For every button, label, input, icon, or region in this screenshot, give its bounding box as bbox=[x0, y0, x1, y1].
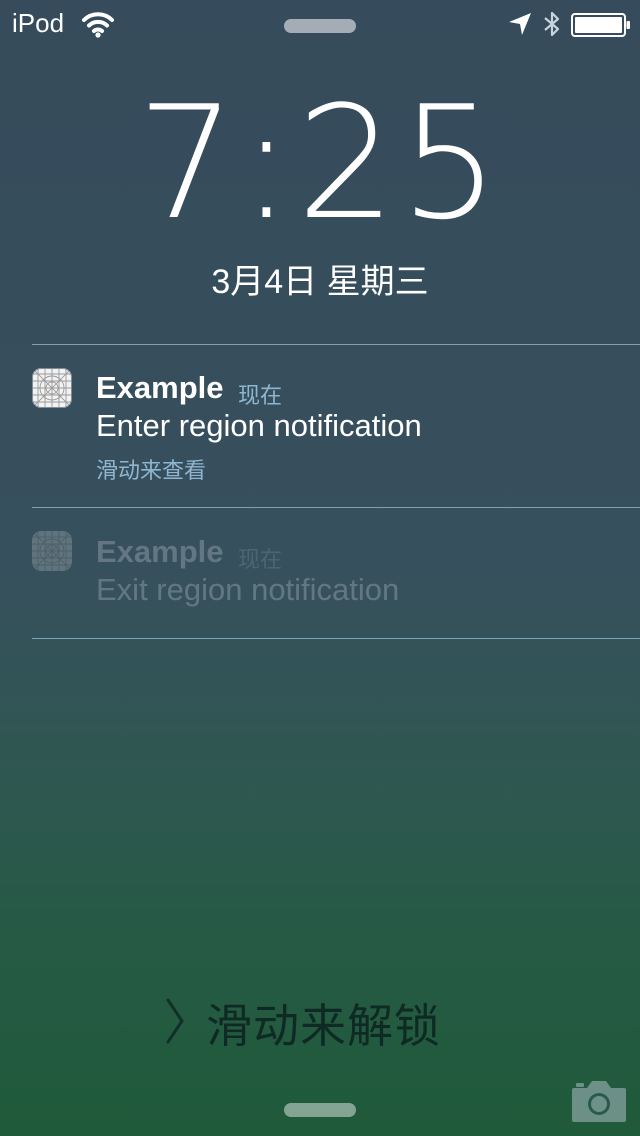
carrier-label: iPod bbox=[12, 8, 65, 38]
notification-center-grabber[interactable] bbox=[284, 19, 356, 33]
notification-item[interactable]: Example 现在 Exit region notification bbox=[0, 508, 640, 638]
notification-message: Exit region notification bbox=[96, 572, 400, 607]
bluetooth-icon bbox=[544, 11, 560, 37]
app-icon bbox=[32, 368, 72, 408]
location-icon bbox=[509, 13, 531, 35]
app-icon bbox=[32, 531, 72, 571]
wifi-icon bbox=[82, 12, 114, 38]
notification-app-name: Example bbox=[96, 370, 224, 405]
notification-app-name: Example bbox=[96, 534, 224, 569]
lock-screen-date: 3月4日 星期三 bbox=[211, 263, 429, 301]
lock-screen-clock: 7:25 bbox=[136, 72, 504, 254]
notification-time: 现在 bbox=[238, 383, 283, 408]
battery-icon bbox=[571, 13, 630, 37]
notification-item[interactable]: Example 现在 Enter region notification 滑动来… bbox=[0, 345, 640, 507]
notification-divider bbox=[32, 638, 640, 639]
notification-message: Enter region notification bbox=[96, 408, 422, 443]
status-bar: iPod bbox=[0, 0, 640, 48]
control-center-grabber[interactable] bbox=[284, 1103, 356, 1117]
notification-action-hint: 滑动来查看 bbox=[96, 458, 207, 483]
notification-time: 现在 bbox=[238, 547, 283, 572]
chevron-right-icon bbox=[166, 998, 184, 1044]
camera-icon[interactable] bbox=[570, 1078, 628, 1124]
slide-to-unlock-label[interactable]: 滑动来解锁 bbox=[206, 990, 441, 1056]
